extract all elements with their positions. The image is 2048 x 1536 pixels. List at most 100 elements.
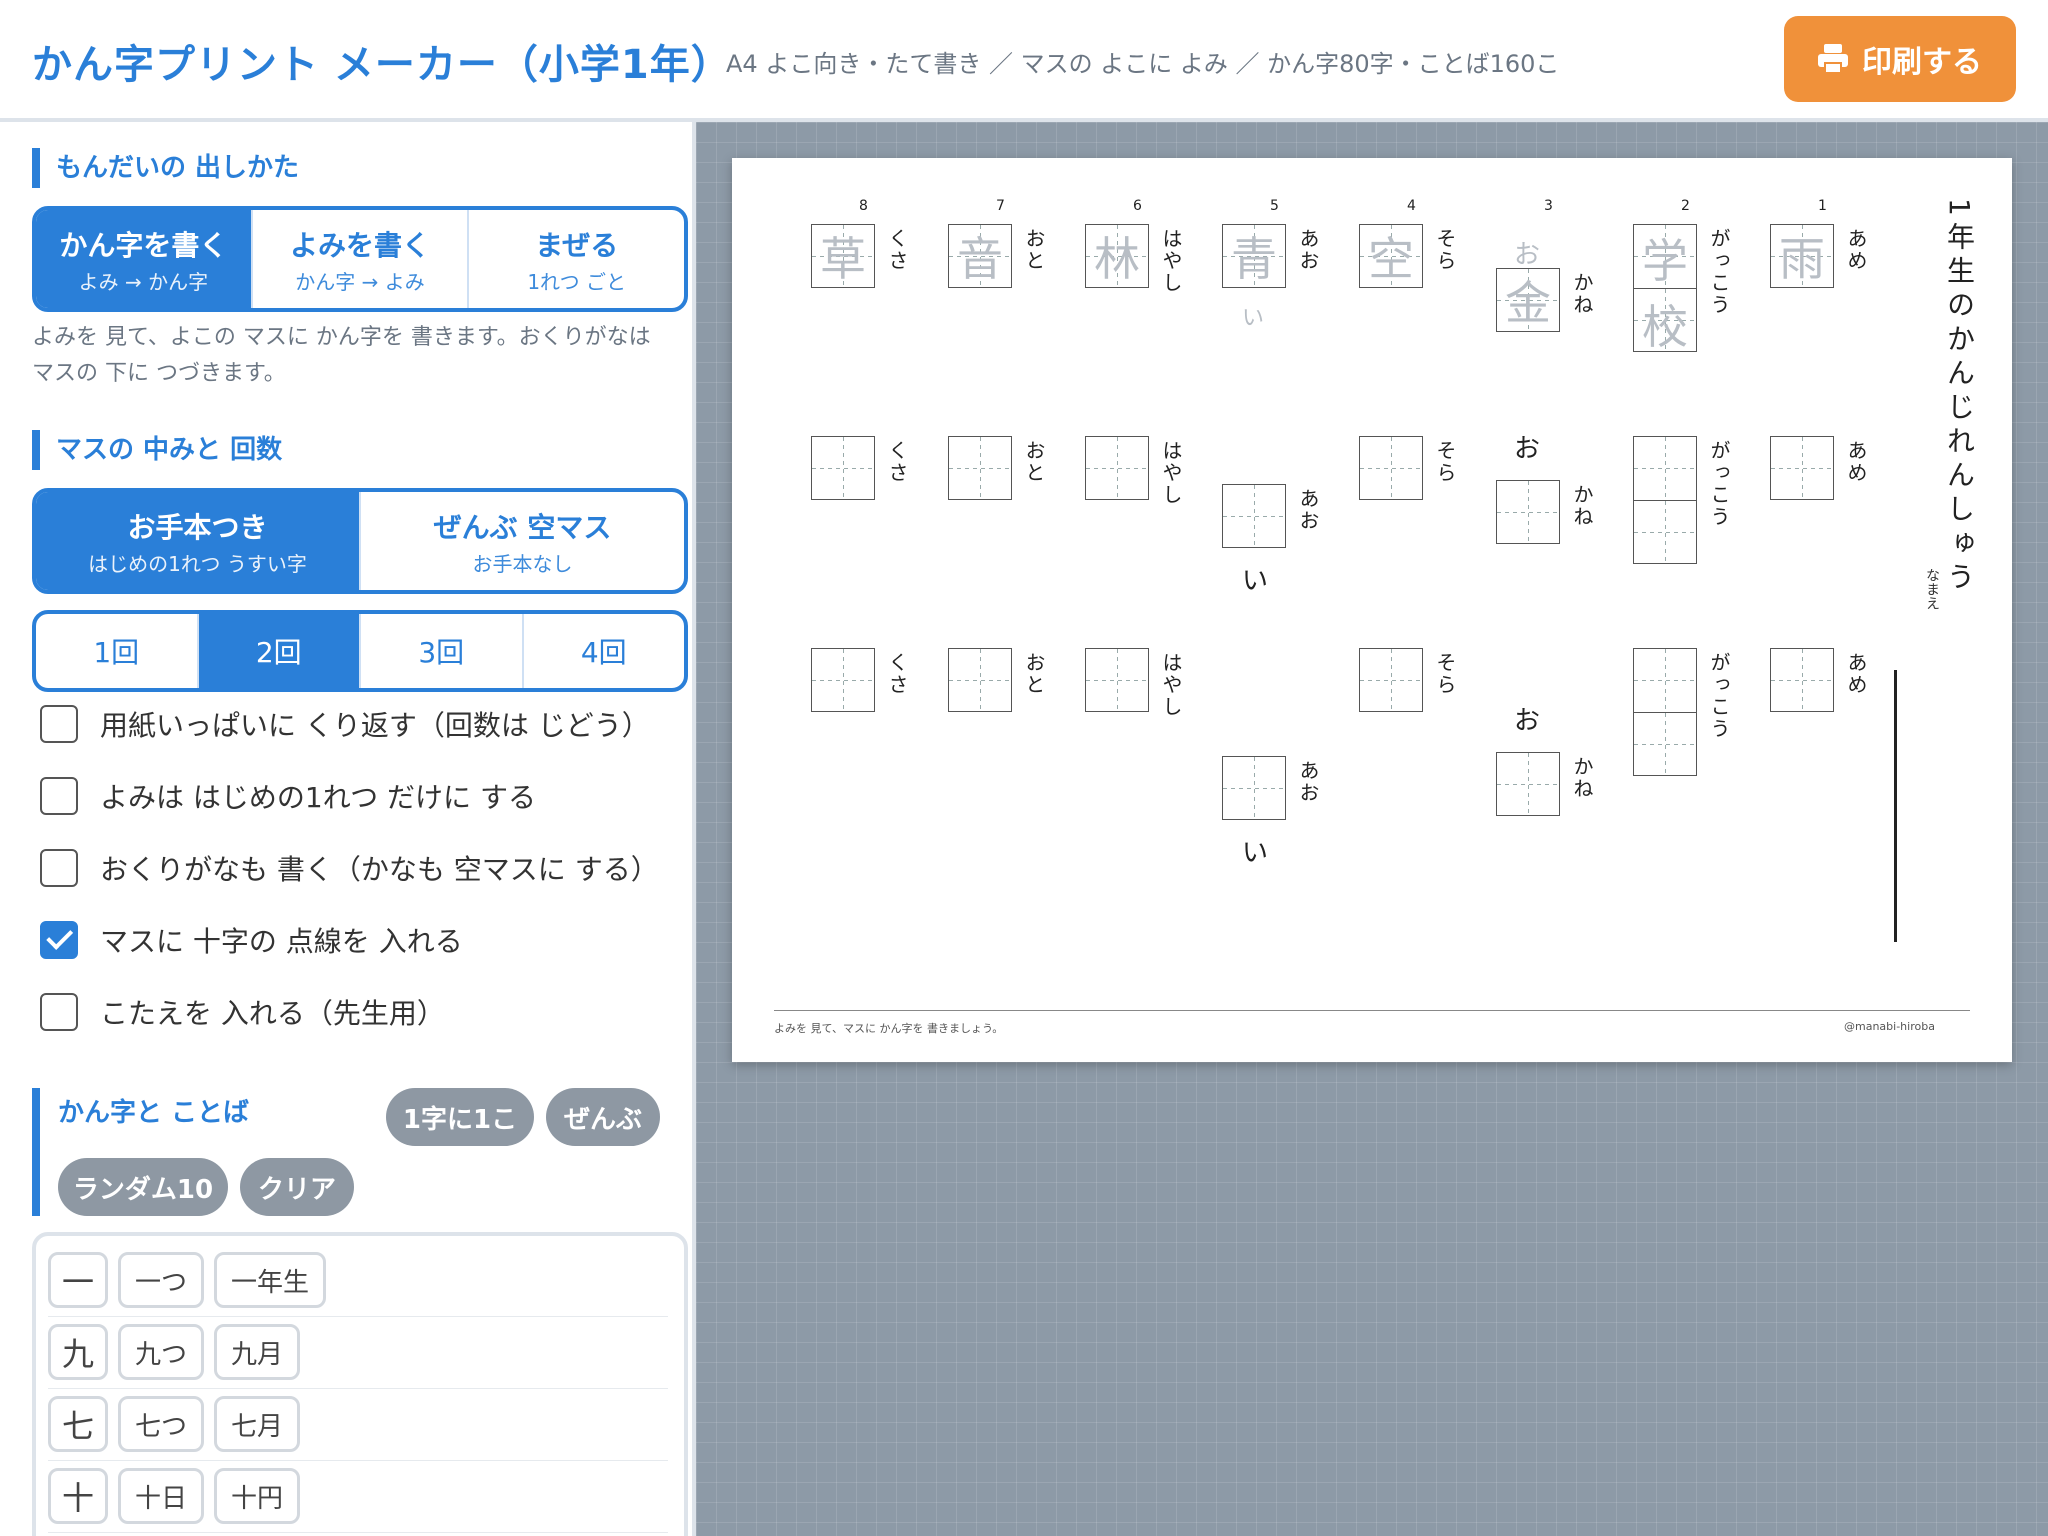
kanji-chip[interactable]: 十 — [48, 1468, 108, 1524]
model-kanji: 雨 — [1779, 232, 1825, 286]
app-header: かん字プリント メーカー（小学1年） A4 よこ向き・たて書き ／ マスの よこ… — [0, 0, 2048, 122]
okurigana-after: い — [1242, 838, 1269, 868]
printer-icon — [1818, 44, 1848, 74]
writing-box: 金 — [1496, 268, 1560, 332]
mode-option-mix[interactable]: まぜる 1れつ ごと — [469, 210, 684, 308]
option-reading-first-only[interactable]: よみは はじめの1れつ だけに する — [40, 774, 536, 818]
writing-box — [1222, 484, 1286, 548]
print-button-label: 印刷する — [1862, 46, 1982, 79]
box-content-selector: お手本つき はじめの1れつ うすい字 ぜんぶ 空マス お手本なし — [32, 488, 688, 594]
word-chip[interactable]: 九つ — [118, 1324, 205, 1380]
count-option-2[interactable]: 2回 — [198, 614, 361, 688]
checkbox-cross-guide[interactable] — [40, 921, 78, 959]
writing-box — [1770, 436, 1834, 500]
writing-box — [811, 648, 875, 712]
word-chip[interactable]: 一年生 — [214, 1252, 327, 1308]
checkbox-answers[interactable] — [40, 993, 78, 1031]
column-number: 3 — [1544, 198, 1553, 214]
writing-box — [1633, 648, 1697, 776]
okurigana-before: お — [1514, 706, 1541, 736]
reading: くさ — [885, 440, 909, 484]
box-option-all-empty[interactable]: ぜんぶ 空マス お手本なし — [361, 492, 684, 590]
word-chip[interactable]: 十円 — [214, 1468, 301, 1524]
writing-box — [948, 436, 1012, 500]
option-fill-page[interactable]: 用紙いっぱいに くり返す（回数は じどう） — [40, 702, 650, 746]
mode-heading: もんだいの 出しかた — [32, 148, 299, 188]
kanji-chip[interactable]: 七 — [48, 1396, 108, 1452]
word-chip[interactable]: 一つ — [118, 1252, 205, 1308]
column-number: 8 — [859, 198, 868, 214]
list-item: 九 九つ 九月 — [48, 1316, 668, 1389]
reading: あお — [1296, 760, 1320, 804]
kanji-chip[interactable]: 九 — [48, 1324, 108, 1380]
settings-sidebar: もんだいの 出しかた かん字を書く よみ → かん字 よみを書く かん字 → よ… — [0, 122, 696, 1536]
count-option-1[interactable]: 1回 — [36, 614, 199, 688]
kanji-word-list: 一 一つ 一年生 九 九つ 九月 七 七つ 七月 十 十日 十円 — [32, 1232, 688, 1536]
reading: おと — [1022, 440, 1046, 484]
one-per-kanji-button[interactable]: 1字に1こ — [386, 1088, 534, 1146]
count-option-4[interactable]: 4回 — [524, 614, 685, 688]
checkbox-label: マスに 十字の 点線を 入れる — [100, 925, 463, 958]
option-answers[interactable]: こたえを 入れる（先生用） — [40, 990, 445, 1034]
random-10-button[interactable]: ランダム10 — [58, 1158, 228, 1216]
mode-selector: かん字を書く よみ → かん字 よみを書く かん字 → よみ まぜる 1れつ ご… — [32, 206, 688, 312]
print-preview-area[interactable]: 1年生のかんじれんしゅう なまえ よみを 見て、マスに かん字を 書きましょう。… — [696, 122, 2048, 1536]
print-button[interactable]: 印刷する — [1784, 16, 2016, 102]
word-chip[interactable]: 七つ — [118, 1396, 205, 1452]
reading: おと — [1022, 228, 1046, 272]
word-chip[interactable]: 九月 — [214, 1324, 301, 1380]
model-kanji: 林 — [1094, 232, 1140, 286]
writing-box: 雨 — [1770, 224, 1834, 288]
select-all-button[interactable]: ぜんぶ — [546, 1088, 660, 1146]
writing-box — [1085, 436, 1149, 500]
writing-box: 林 — [1085, 224, 1149, 288]
reading: あお — [1296, 488, 1320, 532]
reading: そら — [1433, 652, 1457, 696]
app-title: かん字プリント メーカー（小学1年） — [32, 42, 732, 88]
reading: くさ — [885, 652, 909, 696]
writing-box: 学校 — [1633, 224, 1697, 354]
column-number: 2 — [1681, 198, 1690, 214]
writing-box — [811, 436, 875, 500]
okurigana-after: い — [1242, 566, 1269, 596]
writing-box — [1359, 648, 1423, 712]
writing-box: 青 — [1222, 224, 1286, 288]
kanji-section-bar — [32, 1088, 40, 1216]
mode-option-write-reading[interactable]: よみを書く かん字 → よみ — [253, 210, 470, 308]
reading: がっこう — [1707, 652, 1731, 740]
reading: がっこう — [1707, 228, 1731, 316]
column-number: 1 — [1818, 198, 1827, 214]
column-number: 6 — [1133, 198, 1142, 214]
app-subtitle: A4 よこ向き・たて書き ／ マスの よこに よみ ／ かん字80字・ことば16… — [726, 50, 1560, 78]
reading: あめ — [1844, 440, 1868, 484]
reading: かね — [1570, 756, 1594, 800]
reading: あめ — [1844, 228, 1868, 272]
column-number: 7 — [996, 198, 1005, 214]
mode-option-write-kanji[interactable]: かん字を書く よみ → かん字 — [36, 210, 253, 308]
writing-box — [1359, 436, 1423, 500]
checkbox-okurigana[interactable] — [40, 849, 78, 887]
mode-description: よみを 見て、よこの マスに かん字を 書きます。おくりがなは マスの 下に つ… — [32, 325, 651, 386]
option-cross-guide[interactable]: マスに 十字の 点線を 入れる — [40, 918, 463, 962]
column-number: 4 — [1407, 198, 1416, 214]
model-kanji: 空 — [1368, 232, 1414, 286]
word-chip[interactable]: 十日 — [118, 1468, 205, 1524]
option-okurigana[interactable]: おくりがなも 書く（かなも 空マスに する） — [40, 846, 659, 890]
writing-box — [948, 648, 1012, 712]
checkbox-fill-page[interactable] — [40, 705, 78, 743]
kanji-chip[interactable]: 一 — [48, 1252, 108, 1308]
reading: かね — [1570, 484, 1594, 528]
worksheet-credit: @manabi-hiroba — [1844, 1020, 1935, 1033]
clear-button[interactable]: クリア — [240, 1158, 354, 1216]
writing-box — [1085, 648, 1149, 712]
word-chip[interactable]: 七月 — [214, 1396, 301, 1452]
model-kanji: 青 — [1231, 232, 1277, 286]
okurigana-after: い — [1242, 306, 1265, 331]
worksheet-title: 1年生のかんじれんしゅう — [1943, 198, 1976, 596]
box-option-with-model[interactable]: お手本つき はじめの1れつ うすい字 — [36, 492, 361, 590]
count-option-3[interactable]: 3回 — [361, 614, 524, 688]
checkbox-reading-first-only[interactable] — [40, 777, 78, 815]
list-item: 十 十日 十円 — [48, 1460, 668, 1533]
checkbox-label: 用紙いっぱいに くり返す（回数は じどう） — [100, 709, 650, 742]
model-kanji: 校 — [1642, 300, 1688, 354]
